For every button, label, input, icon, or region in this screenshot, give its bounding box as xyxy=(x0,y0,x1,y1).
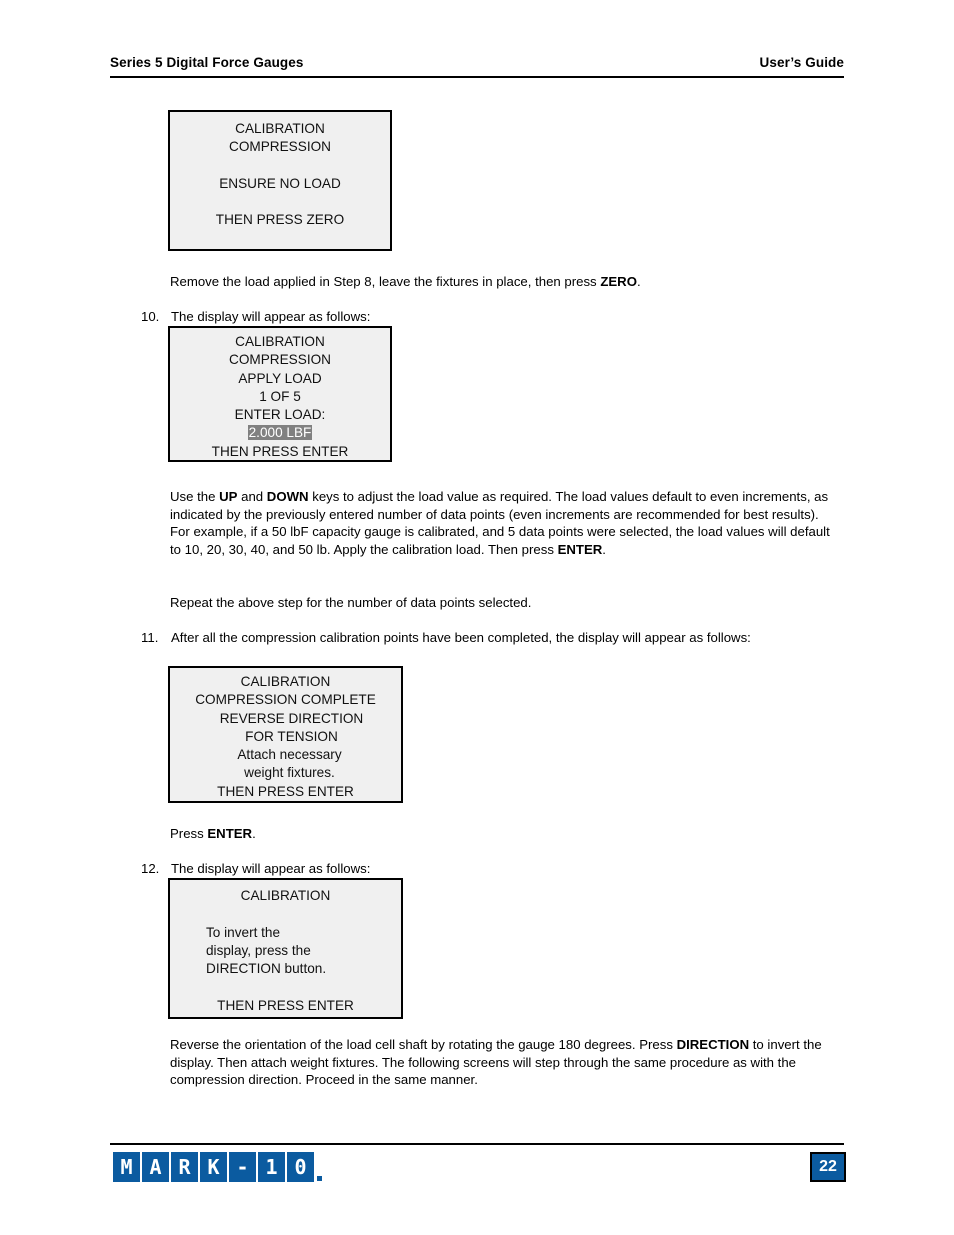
lcd-line: THEN PRESS ENTER xyxy=(211,443,349,459)
logo-letter-cell: A xyxy=(142,1152,169,1182)
logo-letter-cell: 0 xyxy=(287,1152,314,1182)
footer-divider xyxy=(110,1143,844,1145)
lcd-line: FOR TENSION xyxy=(245,728,338,744)
keyword-zero: ZERO xyxy=(600,274,637,289)
lcd-line: COMPRESSION xyxy=(229,352,331,368)
text-run: . xyxy=(252,826,256,841)
lcd-line-title: CALIBRATION xyxy=(240,888,331,903)
logo-letter-cell: - xyxy=(229,1152,256,1182)
lcd-line: THEN PRESS ZERO xyxy=(215,212,345,228)
page-number-badge: 22 xyxy=(810,1152,846,1182)
lcd-line: APPLY LOAD xyxy=(238,370,322,386)
text-run: . xyxy=(602,541,606,557)
text-run: and xyxy=(237,489,267,504)
lcd-line-highlight-wrapper: 2.000 LBF xyxy=(176,424,384,442)
lcd-line: 1 OF 5 xyxy=(259,388,301,404)
header-divider xyxy=(110,76,844,78)
highlighted-load-value[interactable]: 2.000 LBF xyxy=(247,425,313,441)
lcd-line: Attach necessary xyxy=(237,747,342,763)
paragraph-remove-load: Remove the load applied in Step 8, leave… xyxy=(170,273,850,291)
logo-letter-cell: 1 xyxy=(258,1152,285,1182)
lcd-line: COMPRESSION xyxy=(229,139,331,155)
list-item-text: The display will appear as follows: xyxy=(171,309,371,324)
lcd-line: COMPRESSION COMPLETE xyxy=(195,692,376,708)
paragraph-up-down-keys: Use the UP and DOWN keys to adjust the l… xyxy=(170,488,842,558)
keyword-enter: ENTER xyxy=(207,826,253,841)
lcd-line: CALIBRATION xyxy=(235,334,325,349)
list-item-11: 11. After all the compression calibratio… xyxy=(141,629,806,647)
lcd-display-box-3: CALIBRATION COMPRESSION COMPLETE REVERSE… xyxy=(168,666,403,803)
header-left-title: Series 5 Digital Force Gauges xyxy=(110,55,304,70)
logo-letter-cell: R xyxy=(171,1152,198,1182)
text-run: Use the xyxy=(170,489,220,504)
paragraph-press-enter: Press ENTER. xyxy=(170,825,570,843)
lcd-line: CALIBRATION xyxy=(240,674,331,689)
keyword-down: DOWN xyxy=(266,489,309,504)
keyword-up: UP xyxy=(219,489,238,504)
logo-letter-cell: M xyxy=(113,1152,140,1182)
text-run: Reverse the orientation of the load cell… xyxy=(170,1037,677,1052)
text-run: Repeat the above step for the number of … xyxy=(170,595,532,610)
document-page: Series 5 Digital Force Gauges User’s Gui… xyxy=(0,0,954,1235)
text-run: Remove the load applied in Step 8, leave… xyxy=(170,274,601,289)
logo-letter-cell: K xyxy=(200,1152,227,1182)
lcd-line: To invert the xyxy=(206,924,281,940)
list-marker: 12. xyxy=(141,861,160,876)
lcd-line: ENTER LOAD: xyxy=(234,407,326,423)
lcd-display-box-4: CALIBRATION To invert the display, press… xyxy=(168,878,403,1019)
mark-10-logo: M A R K - 1 0 xyxy=(113,1152,322,1182)
list-item-12: 12. The display will appear as follows: xyxy=(141,860,841,878)
lcd-line: ENSURE NO LOAD xyxy=(219,175,341,191)
lcd-line: DIRECTION button. xyxy=(206,961,327,977)
paragraph-reverse-orientation: Reverse the orientation of the load cell… xyxy=(170,1036,842,1089)
keyword-direction: DIRECTION xyxy=(676,1037,750,1052)
paragraph-repeat-step: Repeat the above step for the number of … xyxy=(170,594,850,612)
logo-period-mark xyxy=(317,1176,322,1181)
page-header: Series 5 Digital Force Gauges User’s Gui… xyxy=(110,55,844,70)
list-item-text: The display will appear as follows: xyxy=(171,861,371,876)
header-right-title: User’s Guide xyxy=(759,55,844,70)
lcd-line: THEN PRESS ENTER xyxy=(217,783,354,799)
lcd-display-box-1: CALIBRATION COMPRESSION ENSURE NO LOAD T… xyxy=(168,110,392,251)
list-item-text: After all the compression calibration po… xyxy=(171,630,751,645)
list-marker: 10. xyxy=(141,309,160,324)
text-run: . xyxy=(636,274,641,289)
lcd-line: weight fixtures. xyxy=(244,765,335,781)
keyword-enter: ENTER xyxy=(557,541,603,557)
lcd-line: CALIBRATION xyxy=(235,121,325,136)
list-item-10: 10. The display will appear as follows: xyxy=(141,308,841,326)
lcd-line: THEN PRESS ENTER xyxy=(217,997,354,1013)
lcd-line: REVERSE DIRECTION xyxy=(219,710,364,726)
lcd-line: display, press the xyxy=(206,942,311,958)
lcd-display-box-2: CALIBRATION COMPRESSION APPLY LOAD 1 OF … xyxy=(168,326,392,462)
list-marker: 11. xyxy=(141,630,159,645)
text-run: Press xyxy=(170,826,208,841)
